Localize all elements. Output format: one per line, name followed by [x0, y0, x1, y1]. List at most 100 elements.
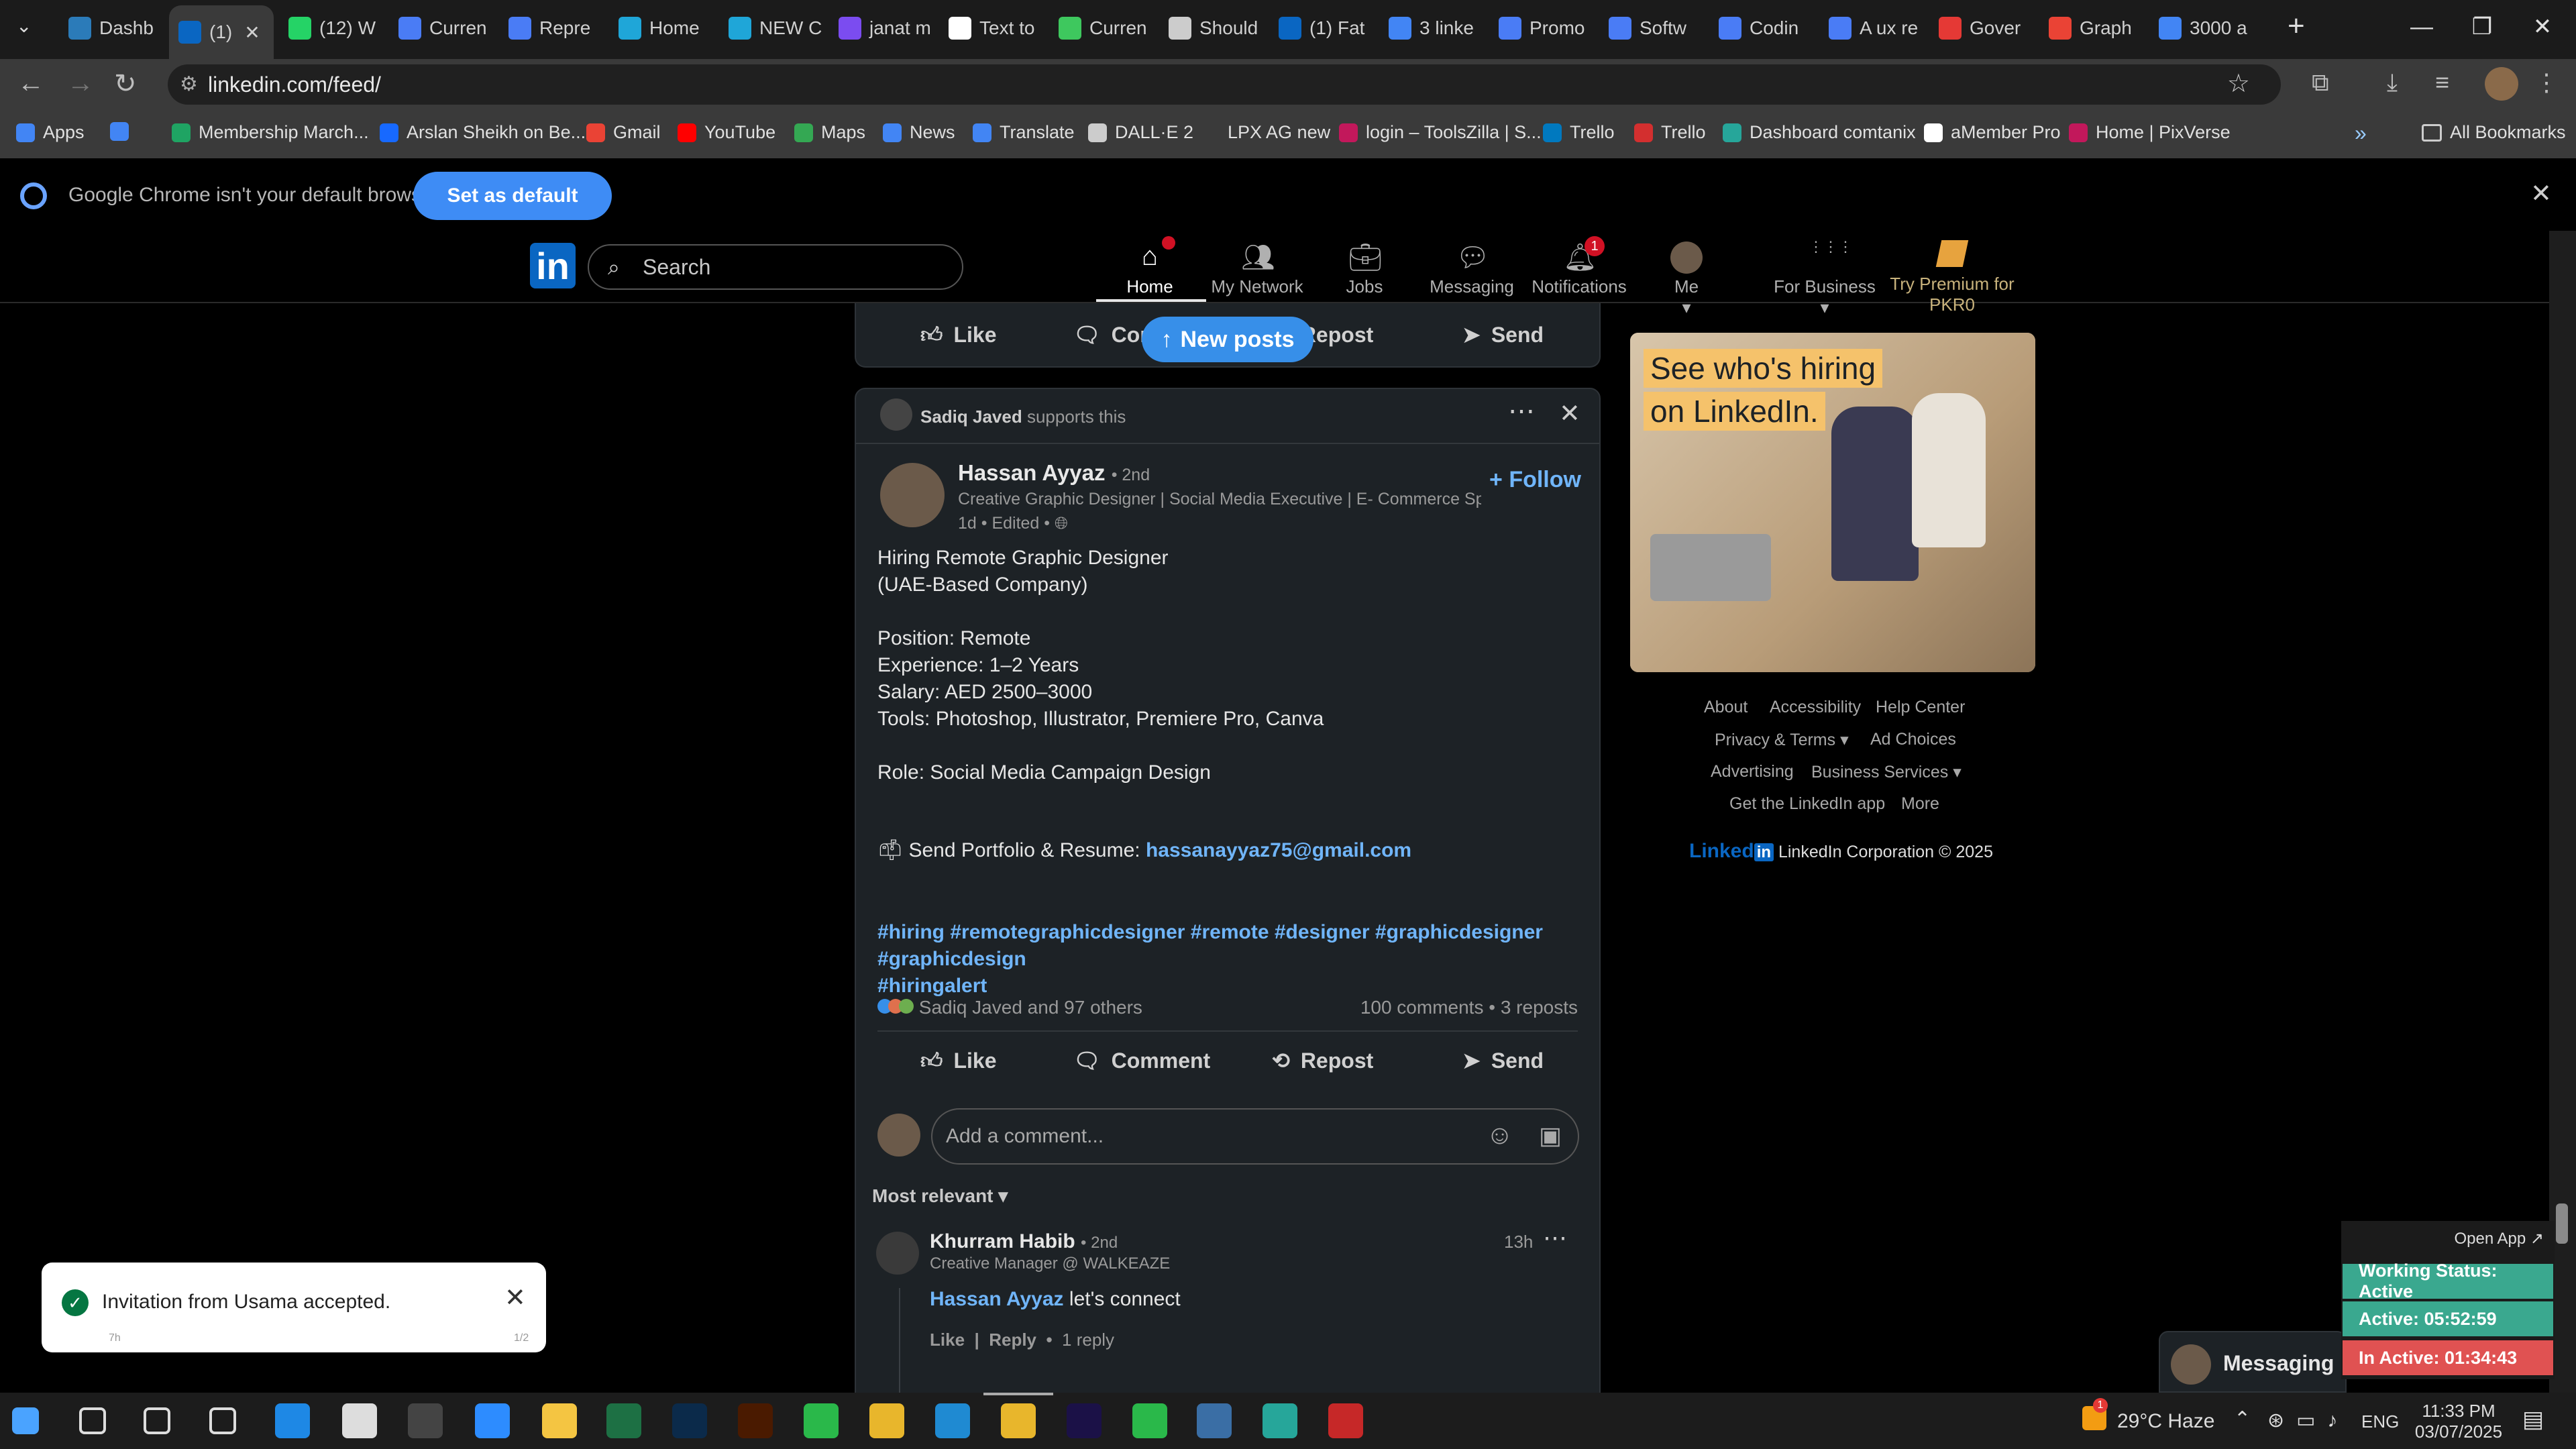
browser-tab[interactable]: Gover — [1929, 7, 2034, 50]
media-icon[interactable]: ≡ — [2435, 68, 2449, 97]
author-avatar[interactable] — [880, 463, 945, 527]
back-icon[interactable]: ← — [17, 68, 44, 99]
browser-tab[interactable]: Text to — [939, 7, 1044, 50]
task-view-icon[interactable] — [209, 1407, 236, 1434]
nav-messaging[interactable]: 💬︎ Messaging — [1418, 237, 1525, 302]
more-bookmarks-icon[interactable]: » — [2355, 121, 2367, 146]
new-tab-button[interactable]: + — [2288, 9, 2305, 43]
nav-my-network[interactable]: 👥︎ My Network — [1203, 237, 1311, 302]
supporter-avatar[interactable] — [880, 398, 912, 431]
bookmark-item[interactable]: LPX AG new — [1201, 122, 1330, 143]
page-scrollbar[interactable] — [2549, 231, 2576, 1393]
photoshop-icon[interactable] — [672, 1403, 707, 1438]
footer-adchoices[interactable]: Ad Choices — [1870, 730, 1956, 749]
browser-tab[interactable]: NEW C — [719, 7, 824, 50]
bookmark-item[interactable]: News — [883, 122, 955, 143]
weather-text[interactable]: 29°C Haze — [2117, 1410, 2214, 1433]
more-options-icon[interactable]: ⋯ — [1508, 396, 1535, 427]
bookmark-item[interactable] — [110, 122, 137, 141]
browser-tab[interactable]: janat m — [829, 7, 934, 50]
bookmark-item[interactable]: Arslan Sheikh on Be... — [380, 122, 586, 143]
browser-tab[interactable]: (1) ✕ — [169, 5, 274, 59]
app-green-icon[interactable] — [804, 1403, 839, 1438]
calculator-icon[interactable] — [1197, 1403, 1232, 1438]
browser-tab[interactable]: Curren — [389, 7, 494, 50]
tab-close-icon[interactable]: ✕ — [244, 21, 260, 44]
terminal-icon[interactable] — [408, 1403, 443, 1438]
send-button[interactable]: ➤ Send — [1462, 322, 1544, 347]
nav-jobs[interactable]: 💼︎ Jobs — [1311, 237, 1418, 302]
footer-accessibility[interactable]: Accessibility — [1770, 698, 1861, 717]
chrome-active-icon[interactable] — [1001, 1403, 1036, 1438]
footer-more[interactable]: More — [1901, 794, 1939, 814]
footer-app[interactable]: Get the LinkedIn app — [1729, 794, 1885, 814]
email-link[interactable]: hassanayyaz75@gmail.com — [1146, 839, 1411, 861]
scroll-thumb[interactable] — [2556, 1203, 2568, 1244]
comment-like-button[interactable]: Like — [930, 1330, 965, 1350]
hashtags-line-3[interactable]: #hiringalert — [877, 973, 1543, 1000]
comment-mention[interactable]: Hassan Ayyaz — [930, 1288, 1064, 1310]
illustrator-icon[interactable] — [738, 1403, 773, 1438]
reload-icon[interactable]: ↻ — [114, 68, 137, 99]
nav-home[interactable]: ⌂ Home — [1096, 236, 1203, 302]
cortana-icon[interactable] — [144, 1407, 170, 1434]
image-icon[interactable]: ▣ — [1539, 1122, 1562, 1150]
footer-business[interactable]: Business Services ▾ — [1811, 762, 1962, 782]
infobar-close-icon[interactable]: ✕ — [2530, 178, 2552, 209]
like-button[interactable]: 👍︎ Like — [920, 322, 996, 348]
bookmark-item[interactable]: aMember Pro — [1924, 122, 2061, 143]
profile-avatar[interactable] — [2485, 67, 2518, 101]
emoji-icon[interactable]: ☺ — [1486, 1120, 1513, 1150]
post-stats[interactable]: 100 comments • 3 reposts — [1360, 997, 1578, 1018]
edge-icon[interactable] — [275, 1403, 310, 1438]
address-bar[interactable]: ⚙ linkedin.com/feed/ ☆ — [168, 64, 2281, 105]
hiring-ad[interactable]: See who's hiring on LinkedIn. — [1630, 333, 2035, 672]
all-bookmarks[interactable]: All Bookmarks — [2422, 122, 2566, 143]
premiere-icon[interactable] — [1067, 1403, 1102, 1438]
bookmark-item[interactable]: Trello — [1634, 122, 1706, 143]
browser-tab[interactable]: Dashb — [59, 7, 164, 50]
browser-tab[interactable]: Codin — [1709, 7, 1814, 50]
bookmark-item[interactable]: YouTube — [678, 122, 775, 143]
restore-button[interactable]: ❐ — [2449, 0, 2516, 54]
toast-close-icon[interactable]: ✕ — [504, 1283, 526, 1313]
commenter-avatar[interactable] — [876, 1232, 919, 1275]
app-green-icon[interactable] — [1132, 1403, 1167, 1438]
pen-icon[interactable] — [342, 1403, 377, 1438]
new-posts-button[interactable]: ↑ New posts — [1142, 317, 1313, 362]
zoom-icon[interactable] — [475, 1403, 510, 1438]
search-input[interactable]: ⌕ Search — [588, 244, 963, 290]
browser-tab[interactable]: 3 linke — [1379, 7, 1484, 50]
bookmark-item[interactable]: Home | PixVerse — [2069, 122, 2231, 143]
footer-about[interactable]: About — [1704, 698, 1748, 717]
messaging-bar[interactable]: Messaging — [2159, 1331, 2347, 1393]
tray-chevron-icon[interactable]: ⌃ — [2234, 1407, 2251, 1431]
supporter-name[interactable]: Sadiq Javed — [920, 407, 1022, 427]
bookmark-item[interactable]: Maps — [794, 122, 865, 143]
nav-me[interactable]: Me ▾ — [1633, 237, 1740, 317]
bookmark-item[interactable]: Membership March... — [172, 122, 369, 143]
send-button[interactable]: ➤ Send — [1462, 1048, 1544, 1073]
hashtags-line-2[interactable]: #graphicdesign — [877, 946, 1543, 973]
bookmark-item[interactable]: login – ToolsZilla | S... — [1339, 122, 1542, 143]
browser-tab[interactable]: Should — [1159, 7, 1264, 50]
tray-icons[interactable]: ⊛▭♪ — [2267, 1409, 2349, 1432]
hashtags[interactable]: #hiring #remotegraphicdesigner #remote #… — [877, 919, 1543, 1000]
acrobat-icon[interactable] — [1328, 1403, 1363, 1438]
browser-tab[interactable]: Promo — [1489, 7, 1594, 50]
browser-tab[interactable]: (1) Fat — [1269, 7, 1374, 50]
notification-center-icon[interactable]: ▤ — [2522, 1406, 2544, 1433]
site-info-icon[interactable]: ⚙ — [180, 72, 198, 96]
comment-more-icon[interactable]: ⋯ — [1543, 1224, 1567, 1252]
footer-privacy[interactable]: Privacy & Terms ▾ — [1715, 730, 1849, 750]
clock[interactable]: 11:33 PM 03/07/2025 — [2408, 1401, 2509, 1442]
search-icon[interactable] — [79, 1407, 106, 1434]
chrome-icon[interactable] — [869, 1403, 904, 1438]
bookmark-item[interactable]: DALL·E 2 — [1088, 122, 1193, 143]
comment-replies-link[interactable]: 1 reply — [1062, 1330, 1114, 1350]
comment-input[interactable]: Add a comment... ☺ ▣ — [931, 1108, 1579, 1165]
chrome-menu-icon[interactable]: ⋮ — [2534, 68, 2559, 97]
comment-reply-button[interactable]: Reply — [989, 1330, 1036, 1350]
browser-tab[interactable]: 3000 a — [2149, 7, 2254, 50]
browser-tab[interactable]: Home — [609, 7, 714, 50]
